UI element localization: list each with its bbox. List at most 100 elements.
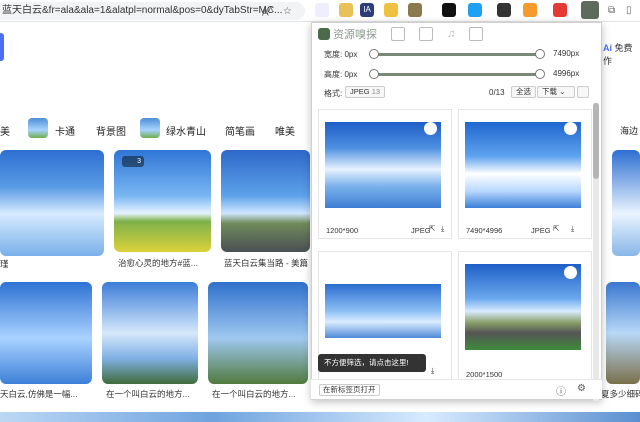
height-max-handle[interactable] [535, 69, 545, 79]
split-view-icon[interactable]: ▯ [626, 5, 632, 16]
image-result[interactable] [0, 282, 92, 384]
extension-tiktok-icon[interactable] [442, 3, 456, 17]
download-icon[interactable]: ⤓ [571, 224, 574, 234]
height-min-handle[interactable] [369, 69, 379, 79]
selected-count: 0/13 [489, 88, 505, 97]
address-bar[interactable]: 蓝天白云&fr=ala&ala=1&alatpl=normal&pos=0&dy… [0, 2, 305, 20]
select-all-button[interactable]: 全选 [511, 86, 536, 98]
card-thumbnail [465, 264, 581, 350]
panel-scrollbar-thumb[interactable] [593, 103, 599, 179]
panel-footer: 在新标签页打开 ⓘ ⚙ [311, 379, 602, 399]
image-count: 3 [137, 158, 141, 165]
category-row: 美 卡通 背景图 绿水青山 简笔画 唯美 [0, 118, 310, 140]
expand-chevron-button[interactable] [577, 86, 589, 98]
image-caption: 瑾 [0, 259, 8, 269]
card-thumbnail [465, 122, 581, 208]
category-thumb [140, 118, 160, 138]
extension-orange-icon[interactable] [523, 3, 537, 17]
ai-button[interactable]: Ai 免费作 [603, 41, 640, 67]
image-card[interactable]: 1200*900 JPEG ⇱ ⤓ [318, 109, 452, 239]
sniffer-logo-icon [318, 28, 330, 40]
info-icon[interactable]: ⓘ [556, 383, 566, 398]
resource-sniffer-panel: 资源嗅探 ♫ 宽度: 0px 7490px 高度: 0px 4996px 格式:… [311, 22, 602, 401]
image-result[interactable]: 3 [114, 150, 211, 252]
width-max-value: 7490px [553, 49, 580, 58]
tab-resource-sniff[interactable]: 资源嗅探 [318, 26, 377, 42]
tab-video-icon[interactable] [419, 27, 433, 41]
extension-map-icon[interactable] [408, 3, 422, 17]
card-thumbnail [325, 122, 441, 208]
format-chip-count: 13 [371, 87, 381, 96]
image-count-badge: 3 [122, 156, 144, 167]
width-slider[interactable] [375, 53, 540, 56]
open-external-icon[interactable]: ⇱ [429, 224, 435, 233]
extension-ia-icon[interactable]: IA [360, 3, 374, 17]
favorite-star-icon[interactable]: ☆ [283, 6, 292, 17]
download-dropdown[interactable]: 下载 ⌄ [537, 86, 575, 98]
address-actions: Aʌ ☆ [262, 3, 308, 19]
open-in-new-tab-button[interactable]: 在新标签页打开 [319, 384, 380, 396]
image-caption[interactable]: 在一个叫白云的地方... [106, 388, 198, 400]
settings-gear-icon[interactable]: ⚙ [577, 383, 586, 394]
card-size: 7490*4996 [466, 226, 503, 235]
card-size: 2000*1500 [466, 370, 503, 379]
extension-resource-sniffer-icon[interactable] [581, 1, 599, 19]
extension-folder2-icon[interactable] [384, 3, 398, 17]
category-label-right[interactable]: 海边 [620, 124, 638, 137]
format-chip-value: JPEG [350, 87, 370, 96]
select-checkbox[interactable] [564, 266, 577, 279]
card-format: JPEG [411, 226, 431, 235]
format-chip[interactable]: JPEG 13 [345, 86, 386, 98]
category-label[interactable]: 唯美 [275, 123, 295, 138]
tab-music-icon[interactable]: ♫ [447, 28, 455, 40]
image-caption[interactable]: 夏多少细碎 [601, 388, 640, 400]
chevron-down-icon: ⌄ [559, 87, 566, 96]
card-size: 1200*900 [326, 226, 359, 235]
format-label: 格式: [324, 89, 343, 98]
filter-tooltip[interactable]: 不方便筛选，请点击这里! [318, 354, 426, 372]
height-label: 高度: 0px [324, 70, 358, 79]
image-card[interactable]: 7490*4996 JPEG ⇱ ⤓ [458, 109, 592, 239]
image-caption[interactable]: 治愈心灵的地方#蓝... [118, 257, 210, 269]
width-label: 宽度: 0px [324, 50, 358, 59]
select-checkbox[interactable] [424, 122, 437, 135]
category-label[interactable]: 背景图 [96, 123, 126, 138]
image-result[interactable] [612, 150, 640, 256]
read-aloud-icon[interactable]: Aʌ [262, 3, 273, 18]
extension-t-icon[interactable] [468, 3, 482, 17]
extension-folder-icon[interactable] [339, 3, 353, 17]
tab-document-icon[interactable] [469, 27, 484, 41]
tab-image-icon[interactable] [391, 27, 405, 41]
image-caption[interactable]: 天白云,仿佛是一幅... [0, 388, 92, 400]
height-max-value: 4996px [553, 69, 580, 78]
category-label[interactable]: 简笔画 [225, 123, 255, 138]
extension-red-icon[interactable] [553, 3, 567, 17]
width-max-handle[interactable] [535, 49, 545, 59]
download-label: 下载 [542, 87, 557, 96]
width-min-handle[interactable] [369, 49, 379, 59]
panel-tabbar: 资源嗅探 ♫ [312, 23, 601, 45]
select-checkbox[interactable] [564, 122, 577, 135]
extension-game-icon[interactable] [497, 3, 511, 17]
image-result[interactable] [0, 150, 104, 256]
image-card[interactable]: 2000*1500 [458, 251, 592, 381]
download-icon[interactable]: ⤓ [431, 366, 434, 376]
category-thumb [28, 118, 48, 138]
image-result[interactable] [102, 282, 198, 384]
image-caption[interactable]: 在一个叫白云的地方... [212, 388, 308, 400]
image-result[interactable] [208, 282, 308, 384]
next-row-preview [0, 412, 640, 422]
image-result[interactable] [606, 282, 640, 384]
side-tab-marker [0, 33, 4, 61]
image-result[interactable] [221, 150, 310, 252]
category-label[interactable]: 绿水青山 [166, 123, 206, 138]
height-slider[interactable] [375, 73, 540, 76]
download-icon[interactable]: ⤓ [441, 224, 444, 234]
image-caption[interactable]: 蓝天白云集当路 - 美篇 [224, 257, 310, 269]
category-label[interactable]: 美 [0, 123, 10, 138]
category-label[interactable]: 卡通 [55, 123, 75, 138]
extension-bracket-icon[interactable] [315, 3, 329, 17]
extensions-puzzle-icon[interactable]: ⧉ [608, 5, 615, 16]
browser-toolbar: 蓝天白云&fr=ala&ala=1&alatpl=normal&pos=0&dy… [0, 0, 640, 22]
open-external-icon[interactable]: ⇱ [553, 224, 559, 233]
